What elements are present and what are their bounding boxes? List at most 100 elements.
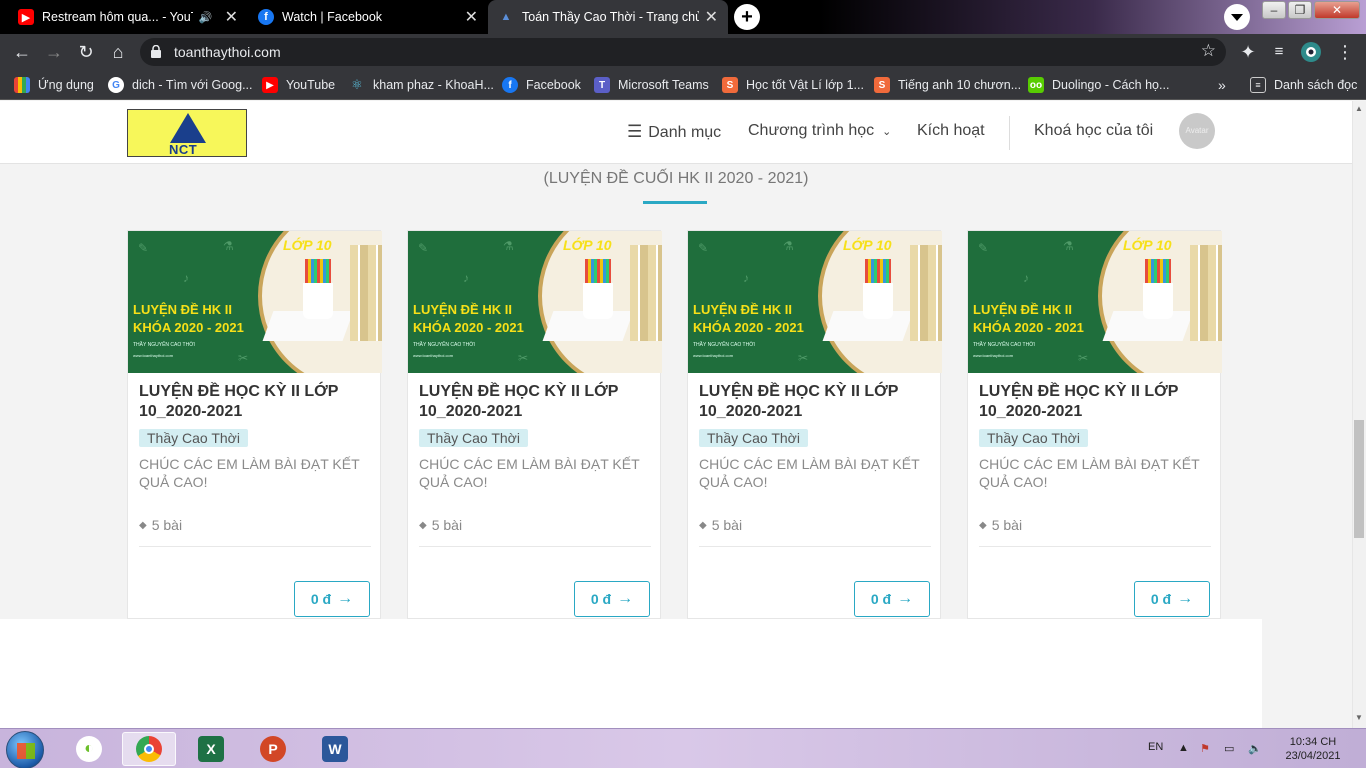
speaker-icon[interactable]: 🔊 — [199, 11, 213, 24]
lesson-count: ◆ 5 bài — [139, 517, 182, 533]
reading-list-button[interactable]: ≡ Danh sách đọc — [1250, 76, 1357, 94]
bookmark-youtube[interactable]: ▶ YouTube — [262, 76, 335, 94]
bookmarks-bar: Ứng dụng G dich - Tìm với Goog... ▶ YouT… — [0, 70, 1366, 100]
site-logo[interactable]: NCT — [127, 109, 247, 157]
scroll-up-icon[interactable]: ▲ — [1355, 104, 1363, 113]
new-tab-button[interactable]: + — [734, 4, 760, 30]
tab-title: Restream hôm qua... - YouTu — [42, 10, 193, 24]
bookmark-vatli[interactable]: S Học tốt Vật Lí lớp 1... — [722, 76, 864, 94]
reload-icon[interactable]: ↻ — [75, 41, 97, 63]
bookmark-duolingo[interactable]: oo Duolingo - Cách họ... — [1028, 76, 1169, 94]
price-button[interactable]: 0 đ → — [574, 581, 650, 617]
action-center-icon[interactable]: ⚑ — [1200, 742, 1210, 755]
course-title[interactable]: LUYỆN ĐỀ HỌC KỲ II LỚP 10_2020-2021 — [139, 382, 371, 422]
layers-icon: ◆ — [139, 519, 147, 531]
bookmark-tienganh[interactable]: S Tiếng anh 10 chươn... — [874, 76, 1021, 94]
scroll-down-icon[interactable]: ▼ — [1355, 713, 1363, 722]
profile-avatar-icon[interactable] — [1300, 41, 1322, 63]
language-indicator[interactable]: EN — [1148, 741, 1163, 753]
pencil-icon — [585, 259, 611, 285]
close-icon[interactable]: ✕ — [225, 7, 238, 27]
bookmark-star-icon[interactable]: ☆ — [1201, 41, 1216, 61]
network-icon[interactable]: ▭ — [1224, 742, 1234, 755]
course-card[interactable]: ✎ ⚗ ♪ ✂ LỚP 10 LUYỆN ĐỀ HK II KHÓA 2020 … — [127, 230, 382, 619]
start-button[interactable] — [6, 731, 44, 768]
thumb-site: www.toanthaythoi.com — [693, 353, 734, 358]
pencil-cup-icon — [583, 283, 613, 319]
taskbar-app-coccoc[interactable]: ◐ — [62, 732, 116, 766]
minimize-button[interactable]: – — [1262, 1, 1286, 19]
price-button[interactable]: 0 đ → — [854, 581, 930, 617]
home-icon[interactable]: ⌂ — [107, 41, 129, 63]
system-clock[interactable]: 10:34 CH 23/04/2021 — [1278, 735, 1348, 763]
card-divider — [979, 546, 1211, 547]
tab-toanthaythoi[interactable]: ▲ Toán Thầy Cao Thời - Trang chủ ✕ — [488, 0, 728, 34]
doodle-icon: ✂ — [1078, 351, 1089, 365]
taskbar-app-powerpoint[interactable]: P — [246, 732, 300, 766]
bookmark-label: Ứng dụng — [38, 78, 94, 92]
menu-activate[interactable]: Kích hoạt — [917, 122, 985, 140]
course-title[interactable]: LUYỆN ĐỀ HỌC KỲ II LỚP 10_2020-2021 — [979, 382, 1211, 422]
price-button[interactable]: 0 đ → — [1134, 581, 1210, 617]
avatar[interactable]: Avatar — [1179, 113, 1215, 149]
course-title[interactable]: LUYỆN ĐỀ HỌC KỲ II LỚP 10_2020-2021 — [699, 382, 931, 422]
course-thumbnail[interactable]: ✎ ⚗ ♪ ✂ LỚP 10 LUYỆN ĐỀ HK II KHÓA 2020 … — [968, 231, 1222, 373]
menu-programs[interactable]: Chương trình học ⌄ — [748, 122, 891, 140]
tab-title: Toán Thầy Cao Thời - Trang chủ — [522, 10, 699, 24]
reading-list-icon: ≡ — [1250, 77, 1266, 93]
course-title[interactable]: LUYỆN ĐỀ HỌC KỲ II LỚP 10_2020-2021 — [419, 382, 651, 422]
page-scrollbar[interactable] — [1352, 101, 1366, 728]
course-description: CHÚC CÁC EM LÀM BÀI ĐẠT KẾT QUẢ CAO! — [139, 456, 360, 490]
course-thumbnail[interactable]: ✎ ⚗ ♪ ✂ LỚP 10 LUYỆN ĐỀ HK II KHÓA 2020 … — [408, 231, 662, 373]
doodle-icon: ♪ — [183, 271, 189, 285]
tab-facebook[interactable]: f Watch | Facebook ✕ — [248, 0, 488, 34]
bookmark-label: Học tốt Vật Lí lớp 1... — [746, 78, 864, 92]
windows-logo-icon — [17, 743, 35, 759]
maximize-button[interactable]: ❐ — [1288, 1, 1312, 19]
taskbar-app-excel[interactable]: X — [184, 732, 238, 766]
volume-icon[interactable]: 🔈 — [1248, 742, 1262, 755]
forward-icon[interactable]: → — [43, 41, 65, 63]
media-control-icon[interactable]: ≡ — [1268, 41, 1290, 63]
doodle-icon: ⚗ — [223, 239, 234, 253]
close-icon[interactable]: ✕ — [705, 7, 718, 27]
bookmark-google[interactable]: G dich - Tìm với Goog... — [108, 76, 253, 94]
tab-youtube[interactable]: ▶ Restream hôm qua... - YouTu 🔊 ✕ — [8, 0, 248, 34]
course-card[interactable]: ✎ ⚗ ♪ ✂ LỚP 10 LUYỆN ĐỀ HK II KHÓA 2020 … — [687, 230, 942, 619]
teacher-badge: Thầy Cao Thời — [699, 429, 808, 447]
price-label: 0 đ — [590, 591, 612, 607]
bookmark-khampha[interactable]: ⚛ kham phaz - KhoaH... — [349, 76, 494, 94]
scrollbar-thumb[interactable] — [1354, 420, 1364, 538]
bookmark-apps[interactable]: Ứng dụng — [14, 76, 94, 94]
menu-kebab-icon[interactable]: ⋮ — [1334, 41, 1356, 63]
bookmarks-more-button[interactable]: » — [1218, 76, 1226, 94]
bookmark-facebook[interactable]: f Facebook — [502, 76, 581, 94]
lock-icon[interactable] — [151, 45, 161, 58]
price-button[interactable]: 0 đ → — [294, 581, 370, 617]
price-label: 0 đ — [870, 591, 892, 607]
close-icon[interactable]: ✕ — [465, 7, 478, 27]
doodle-icon: ✂ — [518, 351, 529, 365]
tab-search-button[interactable] — [1224, 4, 1250, 30]
back-icon[interactable]: ← — [11, 41, 33, 63]
window-close-button[interactable]: ✕ — [1314, 1, 1360, 19]
menu-categories[interactable]: ☰ Danh mục — [627, 122, 721, 142]
thumb-grade: LỚP 10 — [283, 237, 332, 253]
windows-taskbar: ◐ X P W EN ▲ ⚑ ▭ 🔈 10:34 CH 23/04/2021 — [0, 728, 1366, 768]
books-icon — [1190, 245, 1222, 341]
menu-my-courses[interactable]: Khoá học của tôi — [1034, 122, 1153, 140]
course-thumbnail[interactable]: ✎ ⚗ ♪ ✂ LỚP 10 LUYỆN ĐỀ HK II KHÓA 2020 … — [128, 231, 382, 373]
address-bar[interactable]: toanthaythoi.com ☆ — [140, 38, 1226, 66]
show-hidden-icons[interactable]: ▲ — [1178, 742, 1189, 754]
course-card[interactable]: ✎ ⚗ ♪ ✂ LỚP 10 LUYỆN ĐỀ HK II KHÓA 2020 … — [967, 230, 1222, 619]
chrome-icon — [136, 736, 162, 762]
site-icon: ▲ — [500, 11, 512, 23]
extensions-icon[interactable]: ✦ — [1237, 41, 1259, 63]
taskbar-app-word[interactable]: W — [308, 732, 362, 766]
card-divider — [139, 546, 371, 547]
taskbar-app-chrome[interactable] — [122, 732, 176, 766]
bookmark-label: Facebook — [526, 78, 581, 92]
course-card[interactable]: ✎ ⚗ ♪ ✂ LỚP 10 LUYỆN ĐỀ HK II KHÓA 2020 … — [407, 230, 662, 619]
bookmark-teams[interactable]: T Microsoft Teams — [594, 76, 709, 94]
course-thumbnail[interactable]: ✎ ⚗ ♪ ✂ LỚP 10 LUYỆN ĐỀ HK II KHÓA 2020 … — [688, 231, 942, 373]
